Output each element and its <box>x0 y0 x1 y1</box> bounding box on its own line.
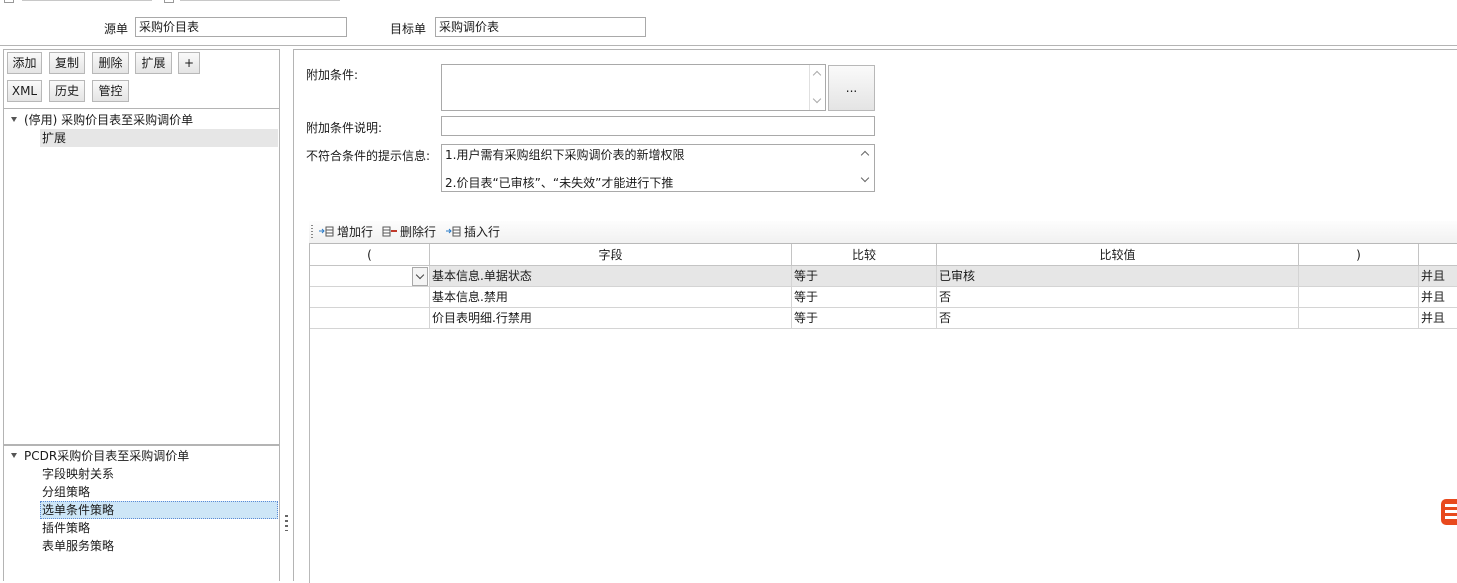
cell-field[interactable]: 价目表明细.行禁用 <box>430 308 792 329</box>
collapse-arrow-icon[interactable] <box>11 117 17 122</box>
add-row-icon <box>319 224 334 237</box>
collapse-arrow-icon[interactable] <box>11 453 17 458</box>
add-row-button[interactable]: 增加行 <box>319 223 373 241</box>
delete-button[interactable]: 删除 <box>92 52 129 74</box>
target-field[interactable]: 采购调价表 <box>435 17 646 37</box>
dropdown-button[interactable] <box>412 267 428 286</box>
control-button[interactable]: 管控 <box>92 80 129 102</box>
cell-lparen[interactable] <box>310 287 430 308</box>
delete-row-icon <box>382 224 397 237</box>
col-header-value[interactable]: 比较值 <box>937 244 1299 266</box>
tree-top-root[interactable]: (停用) 采购价目表至采购调价单 <box>24 111 193 129</box>
splitter-handle[interactable] <box>285 515 288 531</box>
ellipsis-button[interactable]: ... <box>828 65 875 111</box>
plus-button[interactable]: + <box>178 52 200 74</box>
scroll-down-icon[interactable] <box>812 94 822 104</box>
history-button[interactable]: 历史 <box>49 80 85 102</box>
mismatch-label: 不符合条件的提示信息: <box>306 149 431 163</box>
tree-top <box>4 108 279 445</box>
source-label: 源单 <box>104 22 129 36</box>
col-header-field[interactable]: 字段 <box>430 244 792 266</box>
mismatch-line-2: 2.价目表“已审核”、“未失效”才能进行下推 <box>445 176 674 190</box>
cell-value[interactable]: 否 <box>937 287 1299 308</box>
extra-desc-label: 附加条件说明: <box>306 121 383 135</box>
cell-logic[interactable]: 并且 <box>1419 287 1457 308</box>
ime-logo-icon[interactable] <box>1441 499 1457 525</box>
extra-condition-textarea[interactable] <box>441 64 826 111</box>
source-field[interactable]: 采购价目表 <box>135 17 347 37</box>
mismatch-line-1: 1.用户需有采购组织下采购调价表的新增权限 <box>445 148 685 162</box>
tree-bottom-root[interactable]: PCDR采购价目表至采购调价单 <box>24 447 189 465</box>
col-header-logic[interactable] <box>1419 244 1457 266</box>
cell-field[interactable]: 基本信息.单据状态 <box>430 266 792 287</box>
tree-item-selection-policy[interactable]: 选单条件策略 <box>42 501 114 519</box>
xml-button[interactable]: XML <box>7 80 42 102</box>
condition-grid: ( 字段 比较 比较值 ) 基本信息.单据状态 等于 已审核 并且 基本信息.禁… <box>309 243 1457 583</box>
copy-button[interactable]: 复制 <box>49 52 85 74</box>
col-header-lparen[interactable]: ( <box>310 244 430 266</box>
header-divider <box>0 45 1457 46</box>
top-strip <box>0 0 360 4</box>
scroll-up-icon[interactable] <box>812 70 822 80</box>
cell-field[interactable]: 基本信息.禁用 <box>430 287 792 308</box>
insert-row-button[interactable]: 插入行 <box>446 223 500 241</box>
cell-logic[interactable]: 并且 <box>1419 266 1457 287</box>
cell-rparen[interactable] <box>1299 266 1419 287</box>
tree-item-plugin-policy[interactable]: 插件策略 <box>42 519 90 537</box>
tree-top-child[interactable]: 扩展 <box>42 129 66 147</box>
insert-row-icon <box>446 224 461 237</box>
scrollbar[interactable] <box>809 65 825 110</box>
cell-rparen[interactable] <box>1299 308 1419 329</box>
tree-top-child-bg <box>40 129 278 147</box>
extra-desc-field[interactable] <box>441 116 875 136</box>
chevron-down-icon <box>415 270 425 280</box>
cell-value[interactable]: 否 <box>937 308 1299 329</box>
cell-logic[interactable]: 并且 <box>1419 308 1457 329</box>
cell-compare[interactable]: 等于 <box>792 308 937 329</box>
tree-item-group-policy[interactable]: 分组策略 <box>42 483 90 501</box>
extra-condition-label: 附加条件: <box>306 68 359 82</box>
col-header-compare[interactable]: 比较 <box>792 244 937 266</box>
tree-divider <box>4 444 279 446</box>
cell-value[interactable]: 已审核 <box>937 266 1299 287</box>
insert-row-label: 插入行 <box>464 225 501 239</box>
scroll-down-icon[interactable] <box>860 173 870 183</box>
toolbar-grip <box>311 225 313 239</box>
col-header-rparen[interactable]: ) <box>1299 244 1419 266</box>
add-button[interactable]: 添加 <box>7 52 42 74</box>
cell-compare[interactable]: 等于 <box>792 287 937 308</box>
mismatch-textarea[interactable]: 1.用户需有采购组织下采购调价表的新增权限 2.价目表“已审核”、“未失效”才能… <box>441 144 875 192</box>
cell-compare[interactable]: 等于 <box>792 266 937 287</box>
tree-item-form-service-policy[interactable]: 表单服务策略 <box>42 537 114 555</box>
cell-rparen[interactable] <box>1299 287 1419 308</box>
delete-row-label: 删除行 <box>400 225 437 239</box>
delete-row-button[interactable]: 删除行 <box>382 223 436 241</box>
scrollbar[interactable] <box>857 145 874 191</box>
cell-lparen[interactable] <box>310 308 430 329</box>
target-label: 目标单 <box>390 22 427 36</box>
add-row-label: 增加行 <box>337 225 374 239</box>
tree-item-field-mapping[interactable]: 字段映射关系 <box>42 465 114 483</box>
scroll-up-icon[interactable] <box>860 150 870 160</box>
extend-button[interactable]: 扩展 <box>135 52 172 74</box>
